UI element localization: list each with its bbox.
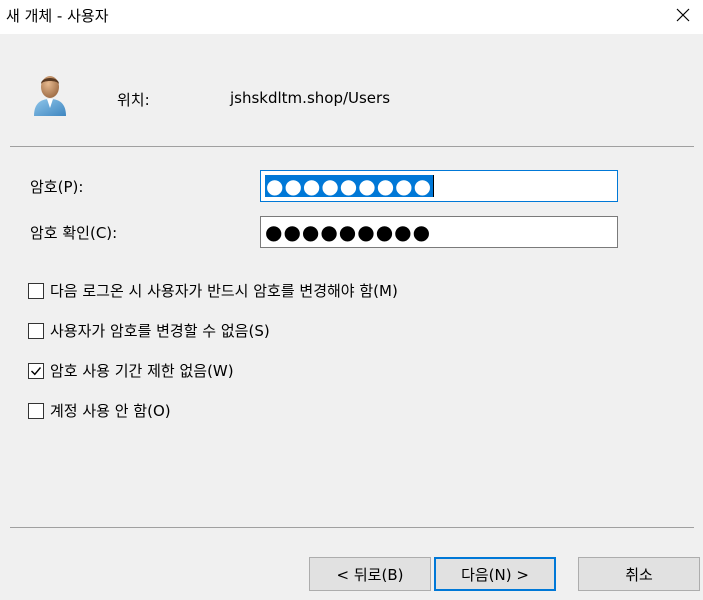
- text-caret: [433, 175, 435, 197]
- checkbox-checked[interactable]: [28, 362, 44, 379]
- password-label: 암호(P):: [30, 178, 84, 196]
- close-icon: [676, 8, 690, 22]
- checkbox[interactable]: [28, 402, 44, 419]
- top-divider: [10, 146, 694, 147]
- back-button[interactable]: < 뒤로(B): [309, 557, 431, 591]
- user-icon: [34, 76, 66, 116]
- location-label: 위치:: [117, 91, 150, 109]
- bottom-divider: [10, 527, 694, 528]
- option-account-disabled[interactable]: 계정 사용 안 함(O): [28, 400, 171, 421]
- check-icon: [31, 366, 42, 375]
- location-value: jshskdltm.shop/Users: [230, 89, 391, 107]
- option-label: 계정 사용 안 함(O): [50, 402, 171, 420]
- option-label: 암호 사용 기간 제한 없음(W): [50, 362, 234, 380]
- option-cannot-change-password[interactable]: 사용자가 암호를 변경할 수 없음(S): [28, 320, 270, 341]
- checkbox[interactable]: [28, 282, 44, 299]
- checkbox[interactable]: [28, 322, 44, 339]
- confirm-password-field[interactable]: ●●●●●●●●●: [260, 216, 618, 248]
- close-button[interactable]: [663, 0, 703, 30]
- confirm-password-label: 암호 확인(C):: [30, 224, 118, 242]
- password-value: ●●●●●●●●●: [265, 174, 434, 198]
- cancel-button[interactable]: 취소: [578, 557, 700, 591]
- window-title: 새 개체 - 사용자: [6, 7, 109, 25]
- title-bar: 새 개체 - 사용자: [0, 0, 703, 34]
- option-label: 사용자가 암호를 변경할 수 없음(S): [50, 322, 270, 340]
- password-field[interactable]: ●●●●●●●●●: [260, 170, 618, 202]
- next-button[interactable]: 다음(N) >: [434, 557, 556, 591]
- option-label: 다음 로그온 시 사용자가 반드시 암호를 변경해야 함(M): [50, 282, 398, 300]
- option-must-change-password[interactable]: 다음 로그온 시 사용자가 반드시 암호를 변경해야 함(M): [28, 280, 398, 301]
- option-password-never-expires[interactable]: 암호 사용 기간 제한 없음(W): [28, 360, 234, 381]
- confirm-password-value: ●●●●●●●●●: [265, 220, 432, 244]
